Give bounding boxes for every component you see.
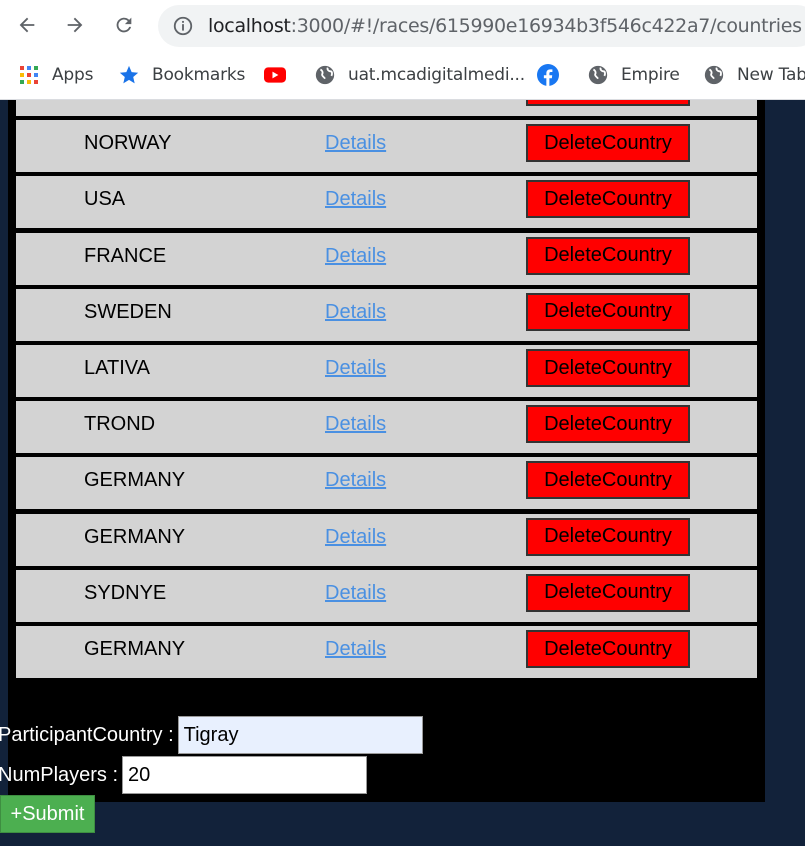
bookmark-empire[interactable]: Empire: [587, 62, 680, 88]
bookmarks-bar: Apps Bookmarks uat.mcadigitalmedi... Emp…: [0, 52, 805, 100]
delete-country-button[interactable]: DeleteCountry: [526, 573, 690, 612]
table-row: GERMANY Details DeleteCountry: [16, 457, 757, 510]
details-link[interactable]: Details: [325, 582, 386, 605]
bookmark-empire-label: Empire: [621, 65, 680, 85]
facebook-icon: [537, 64, 559, 86]
bookmark-bookmarks[interactable]: Bookmarks: [118, 62, 245, 88]
delete-country-button[interactable]: DeleteCountry: [526, 292, 690, 331]
participant-country-row: ParticipantCountry :: [0, 715, 423, 755]
bookmark-apps-label: Apps: [52, 65, 94, 85]
apps-grid-icon: [18, 64, 40, 86]
table-row: USA Details DeleteCountry: [16, 176, 757, 229]
table-row: GERMANY Details DeleteCountry: [16, 626, 757, 678]
page-content: INDIADetailsDeleteCountry NORWAY Details De…: [0, 100, 805, 846]
details-link[interactable]: Details: [325, 188, 386, 211]
country-name: GERMANY: [84, 638, 186, 660]
delete-country-button[interactable]: DeleteCountry: [526, 180, 690, 219]
table-row: SYDNYE Details DeleteCountry: [16, 569, 757, 622]
details-link[interactable]: Details: [325, 357, 386, 380]
participant-country-label: ParticipantCountry :: [0, 723, 174, 746]
bookmark-newtab-label: New Tab: [737, 65, 805, 85]
url-path: :3000/#!/races/615990e16934b3f546c422a7/…: [290, 15, 802, 37]
delete-country-button[interactable]: DeleteCountry: [526, 124, 690, 163]
url-text: localhost:3000/#!/races/615990e16934b3f5…: [208, 15, 802, 37]
browser-toolbar: localhost:3000/#!/races/615990e16934b3f5…: [0, 0, 805, 52]
reload-icon: [116, 17, 132, 33]
country-name: NORWAY: [84, 132, 172, 155]
youtube-icon: [264, 64, 286, 86]
star-icon: [118, 64, 140, 86]
countries-table: INDIADetailsDeleteCountry NORWAY Details De…: [8, 100, 765, 802]
table-row: FRANCE Details DeleteCountry: [16, 232, 757, 285]
bookmark-facebook[interactable]: [537, 62, 571, 88]
delete-country-button[interactable]: DeleteCountry: [526, 630, 690, 668]
address-bar[interactable]: localhost:3000/#!/races/615990e16934b3f5…: [158, 5, 805, 47]
delete-country-button[interactable]: DeleteCountry: [526, 100, 690, 106]
country-name: GERMANY: [84, 525, 186, 548]
table-row: GERMANY Details DeleteCountry: [16, 513, 757, 566]
details-link[interactable]: Details: [325, 638, 386, 661]
details-link[interactable]: Details: [325, 132, 386, 155]
delete-country-button[interactable]: DeleteCountry: [526, 461, 690, 500]
details-link[interactable]: Details: [325, 245, 386, 268]
arrow-left-icon: [19, 17, 35, 33]
back-button[interactable]: [12, 10, 42, 40]
participant-country-input[interactable]: [177, 716, 423, 754]
table-row: TROND Details DeleteCountry: [16, 401, 757, 454]
details-link[interactable]: Details: [325, 526, 386, 549]
details-link[interactable]: Details: [325, 469, 386, 492]
country-name: SYDNYE: [84, 581, 167, 604]
bookmark-bookmarks-label: Bookmarks: [152, 65, 246, 85]
num-players-row: NumPlayers :: [0, 755, 368, 795]
delete-country-button[interactable]: DeleteCountry: [526, 236, 690, 275]
table-row: INDIADetailsDeleteCountry: [16, 100, 757, 116]
bookmark-newtab[interactable]: New Tab: [703, 62, 805, 88]
country-name: LATIVA: [84, 357, 150, 379]
num-players-input[interactable]: [122, 756, 368, 794]
country-name: FRANCE: [84, 244, 167, 267]
delete-country-button[interactable]: DeleteCountry: [526, 349, 690, 387]
table-row: NORWAY Details DeleteCountry: [16, 120, 757, 173]
bookmark-uat-label: uat.mcadigitalmedi...: [348, 65, 525, 85]
submit-button[interactable]: +Submit: [0, 795, 95, 833]
bookmark-youtube[interactable]: [264, 62, 298, 88]
bookmark-apps[interactable]: Apps: [18, 62, 93, 88]
country-name: GERMANY: [84, 469, 186, 492]
bookmark-uat[interactable]: uat.mcadigitalmedi...: [314, 62, 525, 88]
delete-country-button[interactable]: DeleteCountry: [526, 405, 690, 444]
details-link[interactable]: Details: [325, 413, 386, 436]
delete-country-button[interactable]: DeleteCountry: [526, 517, 690, 556]
url-host: localhost: [208, 15, 291, 37]
country-name: SWEDEN: [84, 300, 172, 323]
info-icon: [173, 16, 193, 36]
globe-icon: [314, 64, 336, 86]
reload-button[interactable]: [109, 10, 139, 40]
table-row: LATIVA Details DeleteCountry: [16, 345, 757, 397]
globe-icon: [587, 64, 609, 86]
details-link[interactable]: Details: [325, 301, 386, 324]
arrow-right-icon: [67, 17, 83, 33]
forward-button[interactable]: [60, 10, 90, 40]
table-row: SWEDEN Details DeleteCountry: [16, 288, 757, 341]
country-name: USA: [84, 188, 126, 211]
num-players-label: NumPlayers :: [0, 763, 119, 786]
globe-icon: [703, 64, 725, 86]
country-name: TROND: [84, 413, 156, 436]
